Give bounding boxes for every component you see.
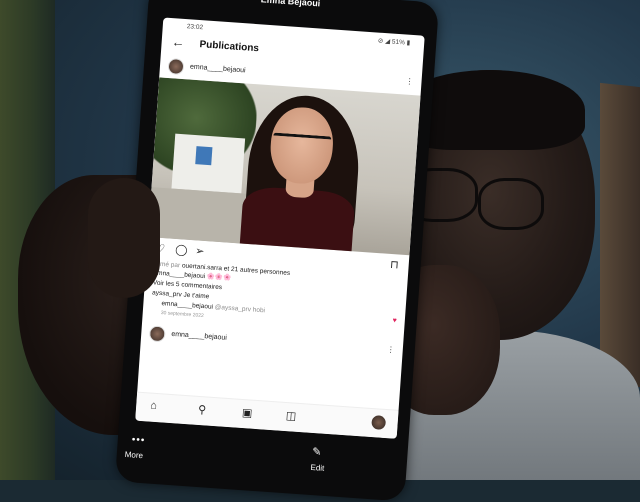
door-frame <box>600 82 640 388</box>
more-options-icon[interactable]: ⋮ <box>386 345 395 355</box>
contact-name: Emna Bejaoui <box>260 0 321 9</box>
avatar[interactable] <box>148 325 166 343</box>
next-post-username[interactable]: emna____bejaoui <box>171 331 227 342</box>
more-options-icon[interactable]: ⋮ <box>405 77 414 87</box>
instagram-screen: 23:02 ⊘ ◢ 51% ▮ ← Publications emna____b… <box>135 17 425 439</box>
edit-button[interactable]: Edit <box>310 463 324 473</box>
post-photo[interactable] <box>148 77 421 256</box>
share-icon[interactable]: ➢ <box>195 244 205 258</box>
reply-user[interactable]: emna____bejaoui <box>161 300 213 311</box>
avatar[interactable] <box>167 57 185 76</box>
home-icon[interactable]: ⌂ <box>150 400 157 412</box>
bookmark-icon[interactable]: ⊓ <box>390 258 399 272</box>
page-title: Publications <box>199 39 260 55</box>
like-comment-heart-icon[interactable]: ♥ <box>392 316 397 326</box>
reply-text: @ayssa_prv hobi <box>212 303 266 315</box>
post-username[interactable]: emna____bejaoui <box>190 64 246 75</box>
comment-text: Je t'aime <box>181 291 210 301</box>
status-time: 23:02 <box>186 23 204 32</box>
more-dots-icon[interactable]: ••• <box>131 434 145 446</box>
comment-user[interactable]: ayssa_prv <box>152 289 182 298</box>
status-indicators: ⊘ ◢ 51% ▮ <box>377 37 411 47</box>
phone: ← Emna Bejaoui 23:02 ⊘ ◢ 51% ▮ ← Publica… <box>114 0 440 502</box>
profile-avatar-icon[interactable] <box>371 415 387 431</box>
holding-finger <box>88 178 160 298</box>
photo-blue-shutter <box>195 146 213 166</box>
back-arrow-icon[interactable]: ← <box>171 34 185 50</box>
comment-icon[interactable]: ◯ <box>175 243 188 257</box>
more-button[interactable]: More <box>124 450 143 460</box>
messenger-bottom-bar: ••• More ✎ Edit <box>115 427 408 501</box>
search-icon[interactable]: ⚲ <box>198 403 207 417</box>
edit-pen-icon[interactable]: ✎ <box>312 445 322 459</box>
back-arrow-icon[interactable]: ← <box>235 0 250 3</box>
shop-icon[interactable]: ◫ <box>285 409 296 423</box>
reels-icon[interactable]: ▣ <box>242 406 253 420</box>
person-glasses-right <box>478 178 544 230</box>
caption-text: 🌸🌸🌸 <box>204 273 232 282</box>
